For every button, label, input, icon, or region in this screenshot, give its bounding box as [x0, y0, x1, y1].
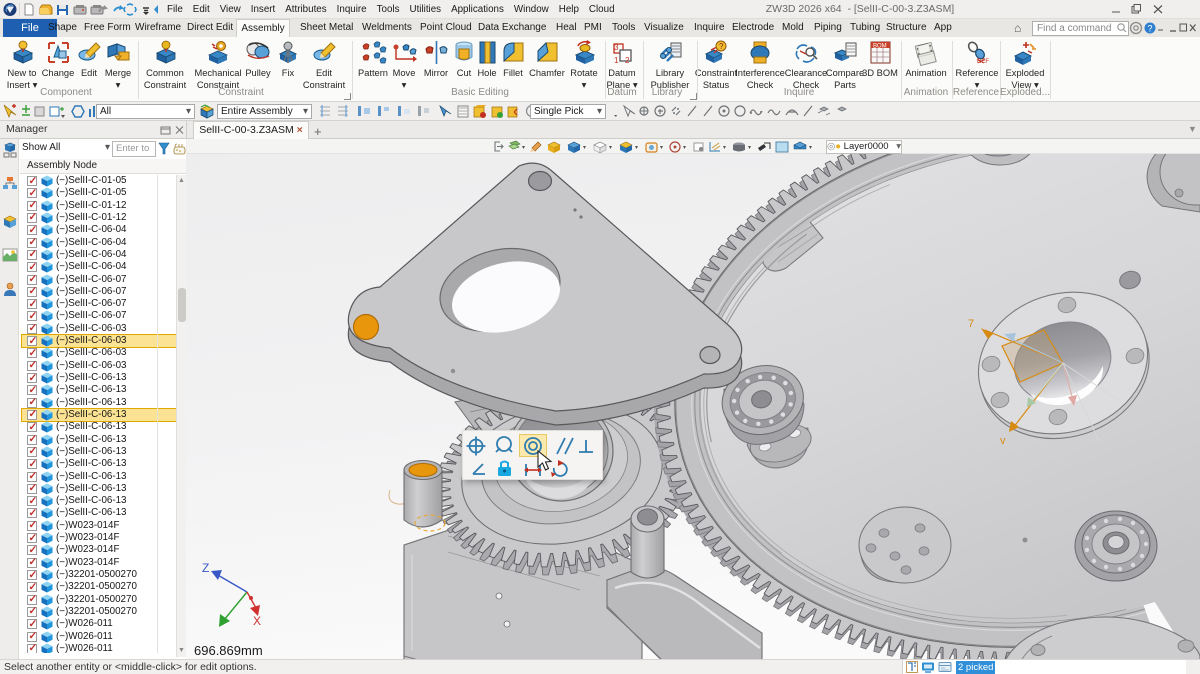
svg-text:X: X: [253, 614, 261, 628]
svg-text:1: 1: [614, 56, 619, 65]
svg-text:Z: Z: [202, 561, 209, 575]
svg-text:v: v: [1000, 435, 1006, 447]
svg-text:3: 3: [614, 43, 619, 52]
svg-text:2: 2: [625, 56, 630, 65]
svg-text:?: ?: [1148, 24, 1153, 34]
svg-text:696.869mm: 696.869mm: [194, 643, 263, 658]
svg-text:7: 7: [968, 318, 974, 330]
svg-text:BOM: BOM: [873, 44, 887, 50]
